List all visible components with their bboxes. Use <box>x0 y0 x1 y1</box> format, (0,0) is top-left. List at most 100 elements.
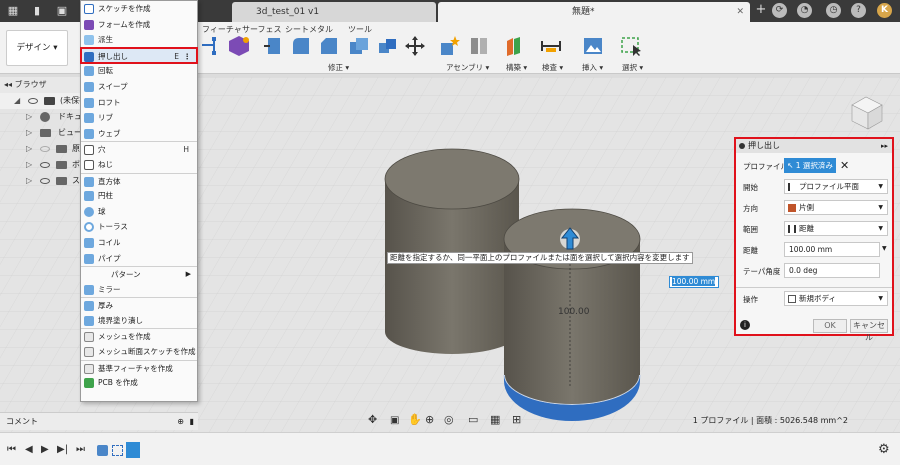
expand-dialog-icon[interactable]: ▸▸ <box>881 139 888 153</box>
offset-plane-icon[interactable] <box>504 35 526 57</box>
save-icon[interactable]: ▣ <box>55 4 69 18</box>
expand-icon[interactable]: ◢ <box>14 93 20 109</box>
grid-menu-icon[interactable]: ▦ <box>6 4 20 18</box>
press-pull-icon[interactable] <box>262 35 284 57</box>
eye-icon[interactable] <box>40 178 50 184</box>
insert-image-icon[interactable] <box>582 35 604 57</box>
group-inspect[interactable]: 検査 ▾ <box>542 62 563 73</box>
shell-icon[interactable] <box>348 35 370 57</box>
viewports-icon[interactable]: ⊞ <box>512 413 521 426</box>
start-select[interactable]: プロファイル平面 ▼ <box>784 179 888 194</box>
display-settings-icon[interactable]: ▭ <box>468 413 478 426</box>
group-construct[interactable]: 構築 ▾ <box>506 62 527 73</box>
tab-untitled[interactable]: 無題* ✕ <box>438 2 750 22</box>
menu-item-extrude[interactable]: 押し出し E ⋮ <box>80 46 198 65</box>
menu-item-rib[interactable]: リブ <box>81 110 197 126</box>
browser-row-sketches[interactable]: ▷ ス <box>0 173 84 189</box>
expand-icon[interactable]: ▷ <box>26 141 32 157</box>
info-icon[interactable]: i <box>740 320 750 330</box>
menu-item-create-pcb[interactable]: PCB を作成 <box>81 375 197 391</box>
play-icon[interactable]: ▶ <box>41 444 49 455</box>
go-to-start-icon[interactable]: ⏮ <box>7 444 16 455</box>
ok-button[interactable]: OK <box>813 319 847 333</box>
group-insert[interactable]: 挿入 ▾ <box>582 62 603 73</box>
expand-icon[interactable]: ▷ <box>26 173 32 189</box>
notifications-icon[interactable]: ◷ <box>826 3 841 18</box>
menu-item-create-form[interactable]: フォームを作成 <box>81 17 197 33</box>
pan-icon[interactable]: ✋ <box>408 413 422 426</box>
help-icon[interactable]: ? <box>851 3 866 18</box>
browser-row-root[interactable]: ◢ (未保存) <box>0 93 90 109</box>
ribbon-tab-tools[interactable]: ツール <box>348 24 372 35</box>
collapse-bar-icon[interactable]: ▮ <box>190 413 194 431</box>
create-form-icon[interactable] <box>228 35 250 57</box>
menu-item-box[interactable]: 直方体 <box>81 172 197 189</box>
new-tab-icon[interactable]: + <box>754 3 768 17</box>
comment-bar[interactable]: コメント ⊕ ▮ <box>0 412 198 430</box>
menu-item-create-sketch[interactable]: スケッチを作成 <box>81 1 197 17</box>
browser-row-bodies[interactable]: ▷ ボ <box>0 157 84 173</box>
expand-icon[interactable]: ▷ <box>26 109 32 125</box>
eye-icon[interactable] <box>40 146 50 152</box>
menu-item-hole[interactable]: 穴H <box>81 141 197 157</box>
step-back-icon[interactable]: ◀ <box>25 444 33 455</box>
clear-selection-icon[interactable]: ✕ <box>840 158 849 173</box>
menu-item-mirror[interactable]: ミラー <box>81 282 197 298</box>
menu-item-loft[interactable]: ロフト <box>81 95 197 111</box>
distance-input-field[interactable]: 100.00 mm <box>669 276 719 288</box>
ribbon-tab-feature[interactable]: フィーチャ <box>202 24 242 35</box>
collapse-icon[interactable]: ◂◂ <box>4 80 15 89</box>
ribbon-tab-sheetmetal[interactable]: シートメタル <box>285 24 333 35</box>
menu-item-create-mesh[interactable]: メッシュを作成 <box>81 328 197 344</box>
grid-settings-icon[interactable]: ▦ <box>490 413 500 426</box>
operation-select[interactable]: 新規ボディ ▼ <box>784 291 888 306</box>
refresh-icon[interactable]: ⟳ <box>772 3 787 18</box>
menu-item-web[interactable]: ウェブ <box>81 126 197 142</box>
menu-item-coil[interactable]: コイル <box>81 235 197 251</box>
menu-item-sweep[interactable]: スイープ <box>81 79 197 95</box>
extent-select[interactable]: 距離 ▼ <box>784 221 888 236</box>
menu-item-revolve[interactable]: 回転 <box>81 63 197 79</box>
menu-item-base-feature[interactable]: 基準フィーチャを作成 <box>81 359 197 376</box>
expand-icon[interactable]: ▷ <box>26 125 32 141</box>
camera-icon[interactable]: ▣ <box>390 415 399 426</box>
step-forward-icon[interactable]: ▶| <box>57 444 68 455</box>
joint-icon[interactable] <box>468 35 490 57</box>
eye-icon[interactable] <box>40 162 50 168</box>
fillet-icon[interactable] <box>290 35 312 57</box>
profile-select-button[interactable]: ↖ 1 選択済み <box>784 158 836 173</box>
measure-icon[interactable] <box>540 35 562 57</box>
expand-icon[interactable]: ▷ <box>26 157 32 173</box>
menu-item-pattern[interactable]: パターン ▶ <box>81 266 197 282</box>
browser-row-views[interactable]: ▷ ビュー <box>0 125 84 141</box>
combine-icon[interactable] <box>376 35 398 57</box>
menu-item-boundary-fill[interactable]: 境界塗り潰し <box>81 313 197 329</box>
menu-item-torus[interactable]: トーラス <box>81 219 197 235</box>
timeline-marker-icon[interactable] <box>126 442 140 458</box>
new-component-icon[interactable] <box>438 35 460 57</box>
close-tab-icon[interactable]: ✕ <box>736 2 744 22</box>
go-to-end-icon[interactable]: ⏭ <box>76 444 85 455</box>
chevron-down-icon[interactable]: ▼ <box>882 245 887 252</box>
menu-item-derive[interactable]: 派生 <box>81 32 197 48</box>
ribbon-tab-surface[interactable]: サーフェス <box>242 24 282 35</box>
browser-row-origin[interactable]: ▷ 原 <box>0 141 84 157</box>
dialog-header[interactable]: 押し出し ▸▸ <box>736 139 892 153</box>
zoom-icon[interactable]: ⊕ <box>425 413 434 426</box>
direction-select[interactable]: 片側 ▼ <box>784 200 888 215</box>
sketch-icon[interactable] <box>200 35 226 57</box>
cancel-button[interactable]: キャンセル <box>850 319 888 342</box>
tab-3d-test[interactable]: 3d_test_01 v1 <box>232 2 436 22</box>
group-select[interactable]: 選択 ▾ <box>622 62 643 73</box>
menu-item-thread[interactable]: ねじ <box>81 157 197 173</box>
add-comment-icon[interactable]: ⊕ <box>177 413 184 431</box>
taper-field[interactable]: 0.0 deg <box>784 263 880 278</box>
file-icon[interactable]: ▮ <box>30 4 44 18</box>
job-status-icon[interactable]: ◔ <box>797 3 812 18</box>
chamfer-icon[interactable] <box>318 35 340 57</box>
group-assemble[interactable]: アセンブリ ▾ <box>446 62 489 73</box>
workspace-button[interactable]: デザイン ▾ <box>6 30 68 66</box>
distance-field[interactable]: 100.00 mm <box>784 242 880 257</box>
menu-item-thicken[interactable]: 厚み <box>81 297 197 313</box>
menu-item-sphere[interactable]: 球 <box>81 204 197 220</box>
